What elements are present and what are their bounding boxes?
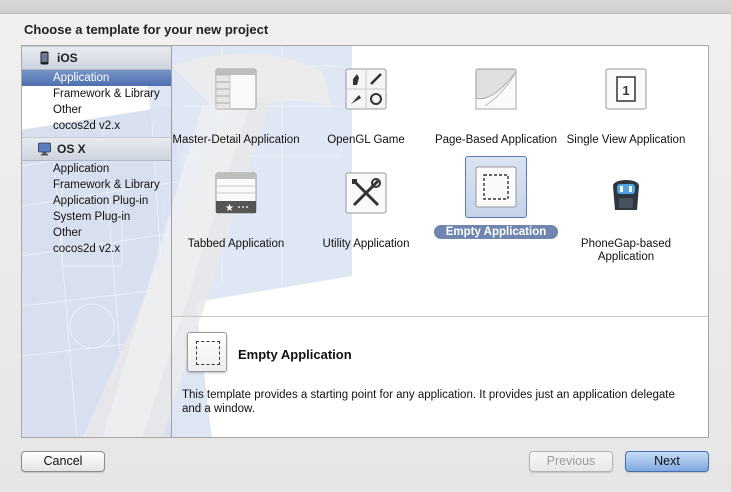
- tab-bar-icon: ★: [215, 172, 257, 214]
- cancel-button[interactable]: Cancel: [21, 451, 105, 472]
- svg-text:★: ★: [225, 203, 234, 214]
- template-tabbed[interactable]: ★ Tabbed Application: [172, 162, 300, 251]
- sidebar-item-ios-other[interactable]: Other: [22, 102, 171, 118]
- template-label: Tabbed Application: [187, 238, 285, 250]
- tools-icon: [345, 172, 387, 214]
- template-category-sidebar: iOS Application Framework & Library Othe…: [22, 46, 172, 437]
- dialog-heading: Choose a template for your new project: [24, 22, 269, 37]
- detail-empty-dashed-icon: [187, 332, 227, 372]
- template-label: Single View Application: [566, 134, 686, 146]
- sidebar-item-osx-system-plugin[interactable]: System Plug-in: [22, 209, 171, 225]
- master-detail-icon: [215, 68, 257, 110]
- sidebar-section-title: iOS: [57, 51, 78, 65]
- template-grid: Master-Detail Application OpenGL Game Pa…: [172, 46, 708, 316]
- detail-title: Empty Application: [238, 347, 352, 362]
- template-label: OpenGL Game: [327, 134, 405, 146]
- template-opengl-game[interactable]: OpenGL Game: [302, 58, 430, 147]
- sidebar-item-ios-framework-library[interactable]: Framework & Library: [22, 86, 171, 102]
- sidebar-item-ios-application[interactable]: Application: [22, 70, 171, 86]
- template-label: Utility Application: [322, 238, 410, 250]
- phonegap-icon: [613, 180, 639, 210]
- sidebar-item-osx-application-plugin[interactable]: Application Plug-in: [22, 193, 171, 209]
- sidebar-item-osx-cocos2d[interactable]: cocos2d v2.x: [22, 241, 171, 257]
- template-panel: iOS Application Framework & Library Othe…: [21, 45, 709, 438]
- sidebar-item-ios-cocos2d[interactable]: cocos2d v2.x: [22, 118, 171, 134]
- sidebar-section-osx: OS X: [22, 137, 171, 161]
- template-label: PhoneGap-based Application: [580, 238, 672, 263]
- empty-dashed-icon: [475, 166, 517, 208]
- opengl-game-icon: [345, 68, 387, 110]
- template-phonegap[interactable]: PhoneGap-based Application: [562, 162, 690, 264]
- window-top-strip: [0, 0, 731, 14]
- next-button[interactable]: Next: [625, 451, 709, 472]
- template-detail-pane: Empty Application This template provides…: [172, 316, 708, 437]
- template-single-view[interactable]: 1 Single View Application: [562, 58, 690, 147]
- single-view-icon-text: 1: [622, 83, 629, 98]
- template-master-detail[interactable]: Master-Detail Application: [172, 58, 300, 147]
- detail-description: This template provides a starting point …: [182, 389, 675, 415]
- template-empty-application[interactable]: Empty Application: [432, 156, 560, 239]
- template-label-text: Empty Application: [433, 225, 559, 239]
- page-curl-icon: [475, 68, 517, 110]
- template-page-based[interactable]: Page-Based Application: [432, 58, 560, 147]
- iphone-icon: [40, 51, 49, 65]
- sidebar-item-osx-other[interactable]: Other: [22, 225, 171, 241]
- template-label: Master-Detail Application: [172, 134, 300, 146]
- sidebar-item-osx-framework-library[interactable]: Framework & Library: [22, 177, 171, 193]
- template-label: Page-Based Application: [434, 134, 558, 146]
- sidebar-section-title: OS X: [57, 142, 86, 156]
- sidebar-section-ios: iOS: [22, 46, 171, 70]
- mac-icon: [38, 142, 51, 156]
- sidebar-item-osx-application[interactable]: Application: [22, 161, 171, 177]
- previous-button[interactable]: Previous: [529, 451, 613, 472]
- single-view-icon: 1: [605, 68, 647, 110]
- template-label: Empty Application: [432, 225, 560, 239]
- template-utility[interactable]: Utility Application: [302, 162, 430, 251]
